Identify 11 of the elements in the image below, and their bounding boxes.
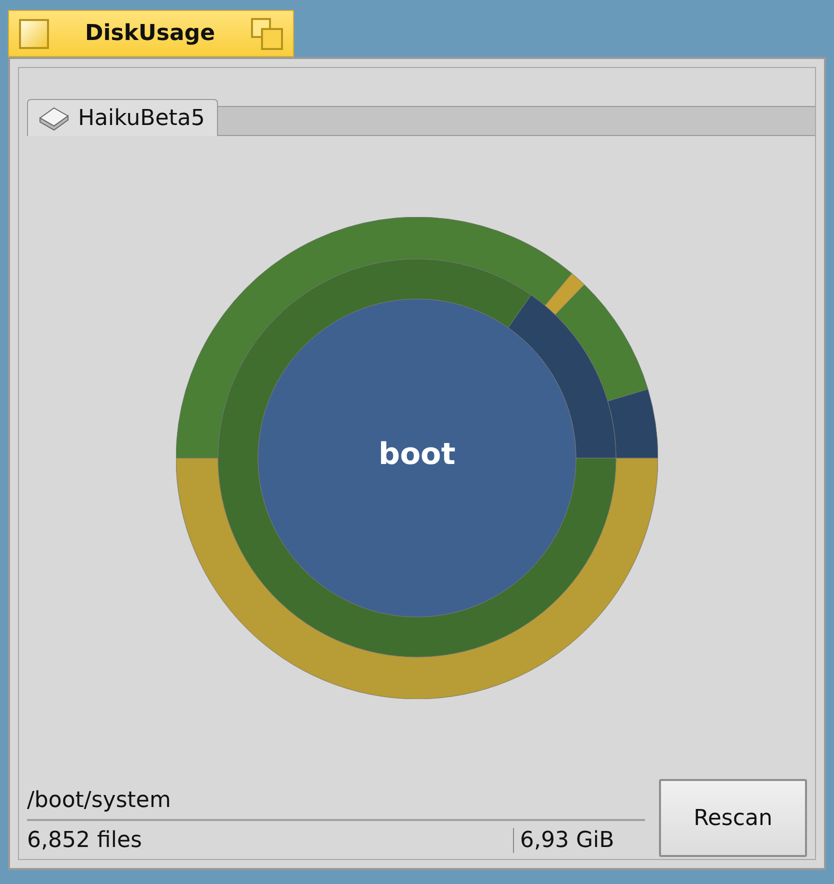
center-label: boot — [378, 436, 456, 472]
close-icon[interactable] — [19, 18, 49, 48]
window-title: DiskUsage — [84, 21, 216, 46]
current-path: /boot/system — [27, 787, 172, 815]
volume-tab[interactable]: HaikuBeta5 — [27, 99, 218, 136]
total-size: 6,93 GiB — [519, 828, 614, 852]
file-count: 6,852 files — [27, 828, 514, 852]
disk-usage-sunburst-drawing[interactable] — [176, 216, 658, 698]
window-title-bar[interactable]: DiskUsage — [8, 10, 294, 57]
rescan-button[interactable]: Rescan — [659, 779, 807, 857]
zoom-icon[interactable] — [251, 18, 283, 50]
